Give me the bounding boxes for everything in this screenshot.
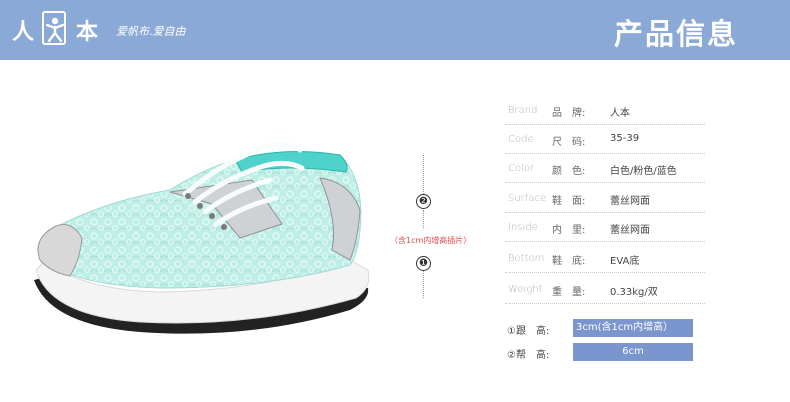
logo-figure-icon bbox=[42, 11, 66, 45]
spec-cn: 品 牌: bbox=[552, 108, 586, 119]
spec-en: Surface bbox=[508, 193, 547, 204]
spec-value: EVA底 bbox=[610, 256, 640, 267]
spec-cn: 内 里: bbox=[552, 225, 586, 236]
spec-value: 白色/粉色/蓝色 bbox=[610, 166, 677, 177]
spec-row-bottom: Bottom 鞋 底: EVA底 bbox=[505, 245, 705, 273]
spec-en: Code bbox=[508, 134, 534, 145]
shoe-image bbox=[20, 120, 390, 350]
logo-text-left: 人 bbox=[12, 19, 35, 45]
spec-row-inside: Inside 内 里: 蕾丝网面 bbox=[505, 214, 705, 242]
spec-en: Weight bbox=[508, 284, 543, 295]
size-value: 3cm(含1cm内增高） bbox=[573, 319, 693, 337]
spec-row-brand: Brand 品 牌: 人本 bbox=[505, 97, 705, 125]
marker-2: ❷ bbox=[416, 194, 431, 209]
spec-cn: 鞋 底: bbox=[552, 256, 586, 267]
size-value: 6cm bbox=[573, 343, 693, 361]
slogan: 爱帆布.爱自由 bbox=[116, 25, 186, 38]
header-banner: 人 本 爱帆布.爱自由 产品信息 bbox=[0, 0, 790, 60]
spec-value: 35-39 bbox=[610, 133, 640, 144]
collar-height-line-lower bbox=[423, 210, 424, 228]
spec-row-color: Color 颜 色: 白色/粉色/蓝色 bbox=[505, 155, 705, 183]
spec-row-code: Code 尺 码: 35-39 bbox=[505, 126, 705, 154]
spec-en: Inside bbox=[508, 222, 538, 233]
spec-cn: 鞋 面: bbox=[552, 196, 586, 207]
spec-value: 人本 bbox=[610, 108, 630, 119]
spec-value: 蕾丝网面 bbox=[610, 196, 650, 207]
size-label: ①跟 高: bbox=[507, 326, 550, 337]
spec-en: Brand bbox=[508, 105, 538, 116]
spec-en: Color bbox=[508, 163, 535, 174]
page-title: 产品信息 bbox=[614, 17, 739, 51]
spec-cn: 颜 色: bbox=[552, 166, 586, 177]
spec-cn: 重 量: bbox=[552, 287, 586, 298]
spec-value: 0.33kg/双 bbox=[610, 287, 658, 298]
insole-note: （含1cm内增高插片） bbox=[390, 236, 472, 245]
size-label: ②帮 高: bbox=[507, 350, 550, 361]
spec-value: 蕾丝网面 bbox=[610, 225, 650, 236]
spec-cn: 尺 码: bbox=[552, 137, 586, 148]
spec-row-weight: Weight 重 量: 0.33kg/双 bbox=[505, 276, 705, 304]
marker-1: ❶ bbox=[416, 256, 431, 271]
heel-height-line bbox=[423, 270, 424, 298]
spec-en: Bottom bbox=[508, 253, 545, 264]
spec-row-surface: Surface 鞋 面: 蕾丝网面 bbox=[505, 185, 705, 213]
logo-text-right: 本 bbox=[76, 19, 99, 45]
